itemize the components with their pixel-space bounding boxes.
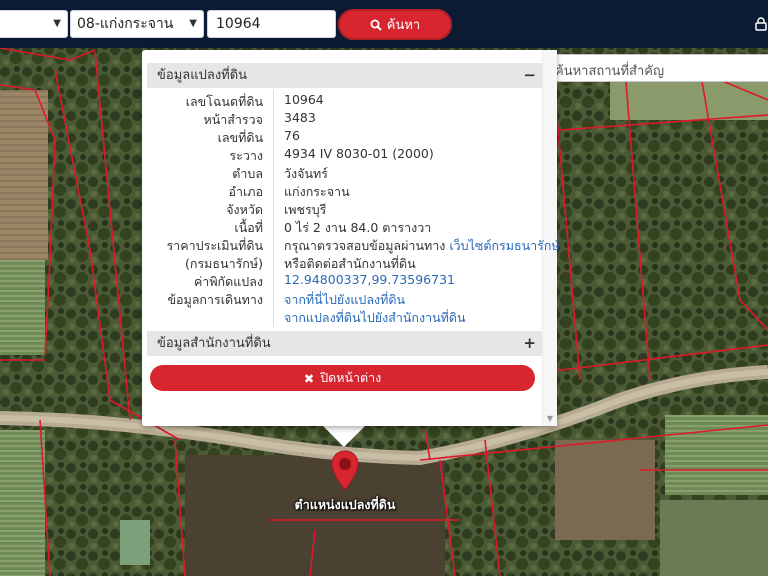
scroll-down-arrow-icon[interactable]: ▼ bbox=[547, 414, 553, 423]
info-label: ตำบล bbox=[232, 166, 263, 181]
info-value: หรือติดต่อสำนักงานที่ดิน bbox=[284, 256, 416, 271]
search-icon bbox=[370, 19, 382, 31]
info-value: แก่งกระจาน bbox=[284, 184, 350, 199]
treasury-website-link[interactable]: เว็บไซต์กรมธนารักษ์ bbox=[449, 238, 559, 253]
popup-pointer bbox=[322, 425, 366, 447]
info-row-district: อำเภอ แก่งกระจาน bbox=[147, 182, 542, 200]
district-select[interactable]: 08-แก่งกระจาน ▼ bbox=[70, 10, 204, 38]
land-office-section-title: ข้อมูลสำนักงานที่ดิน bbox=[157, 336, 271, 351]
info-label: หน้าสำรวจ bbox=[203, 112, 263, 127]
info-row-area: เนื้อที่ 0 ไร่ 2 งาน 84.0 ตารางวา bbox=[147, 218, 542, 236]
info-value: 10964 bbox=[284, 92, 324, 107]
map-pin-icon[interactable] bbox=[330, 450, 360, 492]
province-select[interactable]: ▼ bbox=[0, 10, 68, 38]
directions-to-office-link[interactable]: จากแปลงที่ดินไปยังสำนักงานที่ดิน bbox=[284, 308, 466, 328]
directions-to-parcel-link[interactable]: จากที่นี่ไปยังแปลงที่ดิน bbox=[284, 290, 405, 310]
info-label: เลขที่ดิน bbox=[217, 130, 263, 145]
close-icon: ✖ bbox=[303, 370, 315, 386]
info-row-appraisal: ราคาประเมินที่ดิน กรุณาตรวจสอบข้อมูลผ่าน… bbox=[147, 236, 560, 254]
close-window-button[interactable]: ✖ ปิดหน้าต่าง bbox=[150, 365, 535, 391]
info-label: เลขโฉนดที่ดิน bbox=[185, 94, 263, 109]
expand-icon[interactable]: + bbox=[523, 331, 536, 356]
info-label: อำเภอ bbox=[228, 184, 263, 199]
info-value-text: กรุณาตรวจสอบข้อมูลผ่านทาง bbox=[284, 238, 446, 253]
parcel-number-input[interactable] bbox=[207, 10, 336, 38]
info-row-deed-number: เลขโฉนดที่ดิน 10964 bbox=[147, 92, 542, 110]
district-select-value: 08-แก่งกระจาน bbox=[77, 16, 174, 32]
info-row-subdistrict: ตำบล วังจันทร์ bbox=[147, 164, 542, 182]
info-value: กรุณาตรวจสอบข้อมูลผ่านทาง เว็บไซต์กรมธนา… bbox=[284, 236, 560, 256]
info-value: วังจันทร์ bbox=[284, 166, 328, 181]
info-row-appraisal-note: (กรมธนารักษ์) หรือติดต่อสำนักงานที่ดิน bbox=[147, 254, 542, 272]
collapse-icon[interactable]: − bbox=[523, 63, 536, 88]
info-label: จังหวัด bbox=[226, 202, 263, 217]
info-value: 0 ไร่ 2 งาน 84.0 ตารางวา bbox=[284, 220, 432, 235]
land-office-section-header[interactable]: ข้อมูลสำนักงานที่ดิน + bbox=[147, 331, 542, 356]
parcel-info-popup: ▼ ข้อมูลแปลงที่ดิน − เลขโฉนดที่ดิน 10964… bbox=[142, 50, 560, 426]
info-value: เพชรบุรี bbox=[284, 202, 327, 217]
info-row-land-number: เลขที่ดิน 76 bbox=[147, 128, 542, 146]
place-search-input[interactable]: ค้นหาสถานที่สำคัญ bbox=[548, 54, 768, 82]
info-row-survey-page: หน้าสำรวจ 3483 bbox=[147, 110, 542, 128]
chevron-down-icon: ▼ bbox=[189, 18, 197, 29]
info-row-map-sheet: ระวาง 4934 IV 8030-01 (2000) bbox=[147, 146, 542, 164]
coordinates-link[interactable]: 12.94800337,99.73596731 bbox=[284, 272, 455, 287]
search-button[interactable]: ค้นหา bbox=[338, 9, 452, 40]
search-button-label: ค้นหา bbox=[386, 18, 421, 33]
info-row-directions: ข้อมูลการเดินทาง จากที่นี่ไปยังแปลงที่ดิ… bbox=[147, 290, 542, 308]
parcel-info-section-title: ข้อมูลแปลงที่ดิน bbox=[157, 68, 248, 83]
chevron-down-icon: ▼ bbox=[53, 18, 61, 29]
info-row-coordinates: ค่าพิกัดแปลง 12.94800337,99.73596731 bbox=[147, 272, 542, 290]
info-value: 76 bbox=[284, 128, 300, 143]
top-search-bar: ▼ 08-แก่งกระจาน ▼ ค้นหา bbox=[0, 0, 768, 48]
info-label: เนื้อที่ bbox=[234, 220, 263, 235]
info-value: 3483 bbox=[284, 110, 316, 125]
parcel-location-label: ตำแหน่งแปลงที่ดิน bbox=[294, 497, 396, 512]
info-label: (กรมธนารักษ์) bbox=[185, 256, 263, 271]
place-search-placeholder: ค้นหาสถานที่สำคัญ bbox=[555, 64, 665, 79]
info-value: 4934 IV 8030-01 (2000) bbox=[284, 146, 434, 161]
lock-icon[interactable] bbox=[755, 17, 767, 31]
info-row-directions-office: จากแปลงที่ดินไปยังสำนักงานที่ดิน bbox=[147, 308, 542, 326]
close-window-label: ปิดหน้าต่าง bbox=[320, 370, 382, 385]
info-row-province: จังหวัด เพชรบุรี bbox=[147, 200, 542, 218]
info-label: ราคาประเมินที่ดิน bbox=[166, 238, 263, 253]
parcel-info-section-header[interactable]: ข้อมูลแปลงที่ดิน − bbox=[147, 63, 542, 88]
info-label: ค่าพิกัดแปลง bbox=[193, 274, 263, 289]
info-label: ข้อมูลการเดินทาง bbox=[167, 292, 263, 307]
info-label: ระวาง bbox=[229, 148, 263, 163]
